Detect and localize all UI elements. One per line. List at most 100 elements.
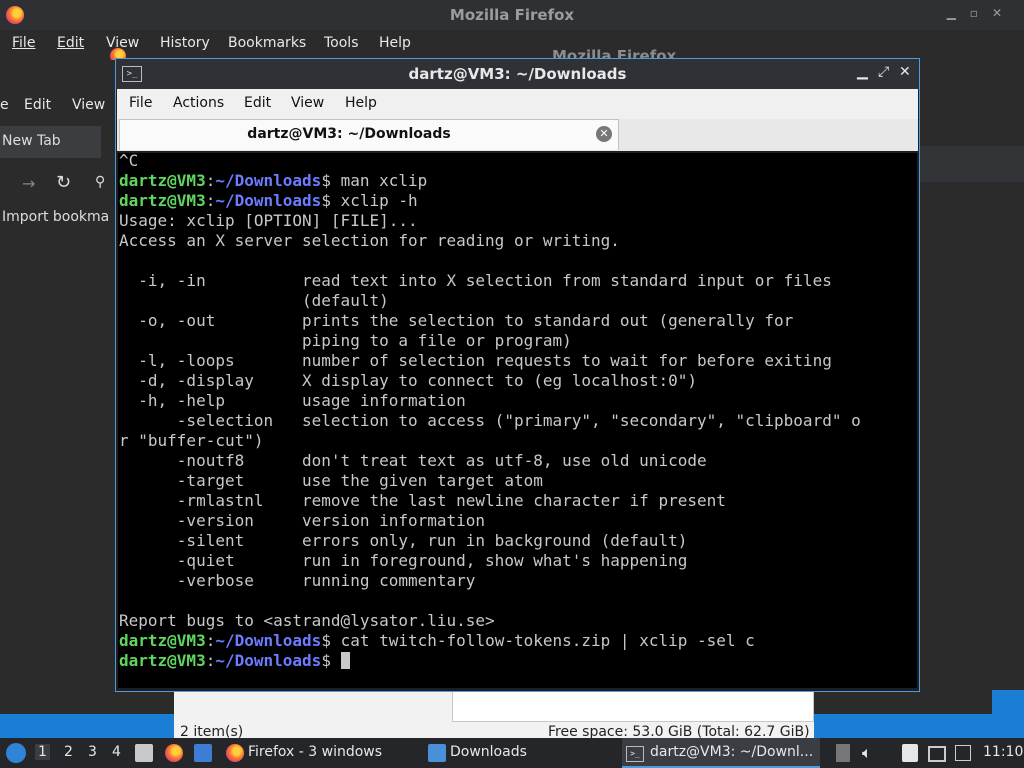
- firefox-menu-history[interactable]: History: [160, 35, 210, 51]
- workspace-3[interactable]: 3: [88, 744, 97, 760]
- taskbar: 1 2 3 4 Firefox - 3 windows Downloads >_…: [0, 738, 1024, 768]
- search-icon[interactable]: ⚲: [95, 174, 105, 190]
- terminal-output-line: (default): [119, 291, 389, 310]
- desktop-accent: [992, 690, 1024, 714]
- terminal-output-line: -silent errors only, run in background (…: [119, 531, 688, 550]
- firefox2-title: Mozilla Firefox: [552, 47, 677, 58]
- firefox-tab-new-tab[interactable]: New Tab: [0, 126, 101, 158]
- terminal-output-line: -i, -in read text into X selection from …: [119, 271, 832, 290]
- terminal-task-icon: >_: [626, 746, 644, 762]
- terminal-output-line: Usage: xclip [OPTION] [FILE]...: [119, 211, 418, 230]
- firefox2-menubar: e Edit View: [0, 90, 110, 120]
- terminal-menu-edit[interactable]: Edit: [244, 95, 271, 111]
- workspace-4[interactable]: 4: [112, 744, 121, 760]
- file-manager-panel: [452, 688, 814, 722]
- terminal-output[interactable]: ^C dartz@VM3:~/Downloads$ man xclip dart…: [118, 153, 917, 688]
- terminal-prompt-line: dartz@VM3:~/Downloads$: [119, 651, 350, 670]
- prompt-user: dartz@VM3: [119, 191, 206, 210]
- terminal-title: dartz@VM3: ~/Downloads: [408, 65, 627, 83]
- taskbar-downloads[interactable]: Downloads: [422, 738, 618, 768]
- taskbar-terminal-label: dartz@VM3: ~/Downl...: [650, 744, 814, 760]
- terminal-output-line: piping to a file or program): [119, 331, 572, 350]
- firefox-menu-file[interactable]: File: [12, 35, 35, 51]
- taskbar-downloads-label: Downloads: [450, 744, 527, 760]
- terminal-menubar: File Actions Edit View Help: [117, 89, 918, 119]
- file-manager-window: 2 item(s) Free space: 53.0 GiB (Total: 6…: [174, 688, 814, 740]
- clock: 11:10: [983, 744, 1024, 760]
- terminal-output-line: Access an X server selection for reading…: [119, 231, 620, 250]
- desktop-launcher-icon[interactable]: [194, 744, 212, 762]
- terminal-output-line: -verbose running commentary: [119, 571, 476, 590]
- firefox-tab-label: New Tab: [2, 133, 61, 149]
- prompt-user: dartz@VM3: [119, 171, 206, 190]
- firefox-icon: [226, 744, 244, 762]
- close-icon[interactable]: ✕: [899, 64, 911, 80]
- workspace-1[interactable]: 1: [35, 744, 50, 760]
- minimize-icon[interactable]: ▁: [857, 64, 868, 80]
- terminal-prompt-line: dartz@VM3:~/Downloads$ cat twitch-follow…: [119, 631, 755, 650]
- prompt-user: dartz@VM3: [119, 631, 206, 650]
- prompt-path: ~/Downloads: [215, 651, 322, 670]
- terminal-tab-label: dartz@VM3: ~/Downloads: [247, 126, 451, 142]
- terminal-output-line: ^C: [119, 153, 139, 170]
- firefox-background-strip: [918, 146, 1024, 182]
- terminal-output-line: -o, -out prints the selection to standar…: [119, 311, 794, 330]
- prompt-path: ~/Downloads: [215, 191, 322, 210]
- taskbar-firefox-label: Firefox - 3 windows: [248, 744, 383, 760]
- taskbar-terminal[interactable]: >_ dartz@VM3: ~/Downl...: [622, 738, 820, 768]
- firefox2-menu-file[interactable]: e: [0, 97, 9, 113]
- workspace-2[interactable]: 2: [64, 744, 73, 760]
- maximize-icon[interactable]: ⤢: [878, 64, 889, 80]
- forward-icon[interactable]: →: [22, 174, 35, 193]
- firefox-titlebar: Mozilla Firefox ▁▫✕: [0, 0, 1024, 30]
- taskbar-firefox[interactable]: Firefox - 3 windows: [222, 738, 418, 768]
- terminal-output-line: -noutf8 don't treat text as utf-8, use o…: [119, 451, 707, 470]
- reload-icon[interactable]: ↻: [56, 172, 71, 193]
- terminal-output-line: -l, -loops number of selection requests …: [119, 351, 832, 370]
- terminal-prompt-line: dartz@VM3:~/Downloads$ xclip -h: [119, 191, 418, 210]
- firefox-menu-bookmarks[interactable]: Bookmarks: [228, 35, 306, 51]
- terminal-output-line: -quiet run in foreground, show what's ha…: [119, 551, 688, 570]
- terminal-output-line: -version version information: [119, 511, 486, 530]
- terminal-prompt-line: dartz@VM3:~/Downloads$ man xclip: [119, 171, 428, 190]
- terminal-output-line: Report bugs to <astrand@lysator.liu.se>: [119, 611, 495, 630]
- bookmarks-toolbar: Import bookma: [0, 206, 110, 232]
- firefox-window-controls[interactable]: ▁▫✕: [947, 6, 1016, 20]
- firefox-navbar: → ↻ ⚲: [0, 160, 110, 206]
- terminal-cursor: [340, 652, 350, 669]
- terminal-output-line: -h, -help usage information: [119, 391, 466, 410]
- terminal-menu-view[interactable]: View: [291, 95, 324, 111]
- firefox-menu-tools[interactable]: Tools: [324, 35, 359, 51]
- firefox-menubar: File Edit View History Bookmarks Tools H…: [0, 30, 1024, 58]
- bookmark-import[interactable]: Import bookma: [2, 209, 109, 225]
- app-menu-icon[interactable]: [6, 743, 26, 763]
- terminal-menu-help[interactable]: Help: [345, 95, 377, 111]
- firefox2-menu-edit[interactable]: Edit: [24, 97, 51, 113]
- keyboard-layout-icon[interactable]: [836, 744, 850, 762]
- firefox-title: Mozilla Firefox: [449, 6, 575, 24]
- terminal-text: ^C dartz@VM3:~/Downloads$ man xclip dart…: [119, 153, 861, 671]
- terminal-window: >_ dartz@VM3: ~/Downloads ▁ ⤢ ✕ File Act…: [115, 58, 920, 692]
- clipboard-icon[interactable]: [902, 744, 918, 762]
- firefox2-menu-view[interactable]: View: [72, 97, 105, 113]
- terminal-tabbar: dartz@VM3: ~/Downloads ✕: [117, 119, 918, 151]
- terminal-output-line: -d, -display X display to connect to (eg…: [119, 371, 697, 390]
- firefox-launcher-icon[interactable]: [165, 744, 183, 762]
- firefox-menu-edit[interactable]: Edit: [57, 35, 84, 51]
- file-manager-launcher-icon[interactable]: [135, 744, 153, 762]
- terminal-titlebar: >_ dartz@VM3: ~/Downloads ▁ ⤢ ✕: [116, 59, 919, 89]
- terminal-output-line: -target use the given target atom: [119, 471, 543, 490]
- prompt-path: ~/Downloads: [215, 171, 322, 190]
- notification-icon[interactable]: [955, 745, 971, 761]
- terminal-output-line: r "buffer-cut"): [119, 431, 264, 450]
- volume-icon[interactable]: 🔈︎: [862, 743, 872, 763]
- firefox-menu-help[interactable]: Help: [379, 35, 411, 51]
- terminal-tab[interactable]: dartz@VM3: ~/Downloads ✕: [119, 119, 619, 150]
- terminal-menu-file[interactable]: File: [129, 95, 152, 111]
- network-icon[interactable]: [928, 746, 946, 762]
- prompt-path: ~/Downloads: [215, 631, 322, 650]
- terminal-output-line: -rmlastnl remove the last newline charac…: [119, 491, 726, 510]
- terminal-menu-actions[interactable]: Actions: [173, 95, 224, 111]
- tab-close-icon[interactable]: ✕: [596, 126, 612, 142]
- prompt-user: dartz@VM3: [119, 651, 206, 670]
